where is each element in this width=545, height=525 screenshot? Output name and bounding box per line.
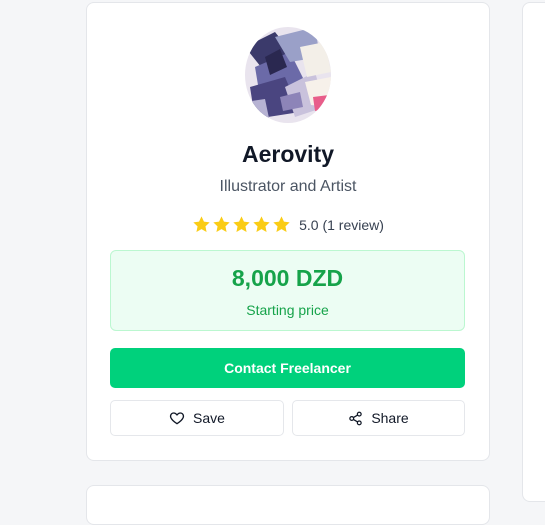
freelancer-tagline: Illustrator and Artist: [219, 178, 357, 195]
heart-icon: [169, 410, 185, 426]
next-card: [86, 485, 490, 525]
share-label: Share: [371, 410, 409, 426]
save-label: Save: [193, 410, 225, 426]
star-icon: [212, 215, 231, 234]
contact-freelancer-button[interactable]: Contact Freelancer: [110, 348, 465, 388]
starting-price-amount: 8,000 DZD: [231, 265, 344, 291]
price-box: 8,000 DZD Starting price: [110, 250, 465, 331]
abstract-artwork-avatar: [245, 27, 331, 123]
rating: 5.0 (1 review): [87, 215, 489, 234]
freelancer-profile-card: Aerovity Illustrator and Artist 5.0 (1 r…: [86, 2, 490, 461]
star-icon: [272, 215, 291, 234]
save-button[interactable]: Save: [110, 400, 284, 436]
starting-price-label: Starting price: [246, 302, 329, 318]
adjacent-card: [522, 2, 545, 502]
star-icon: [252, 215, 271, 234]
avatar: [245, 27, 331, 123]
rating-text: 5.0 (1 review): [299, 216, 384, 233]
star-icon: [192, 215, 211, 234]
star-icon: [232, 215, 251, 234]
share-button[interactable]: Share: [292, 400, 465, 436]
freelancer-name: Aerovity: [241, 141, 335, 167]
share-icon: [348, 411, 363, 426]
rating-stars: [192, 215, 291, 234]
